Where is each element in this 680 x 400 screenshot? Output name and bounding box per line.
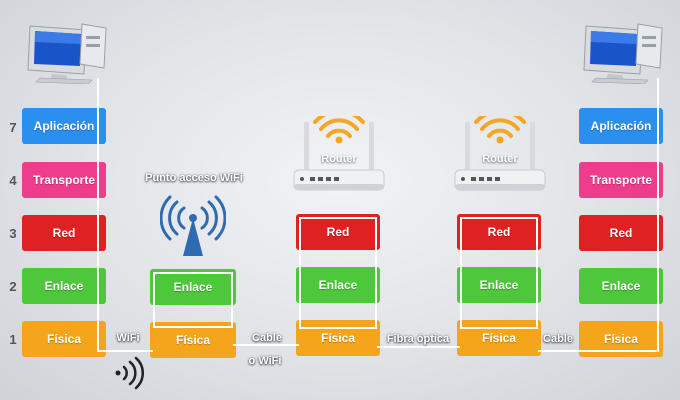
- router-2-to-right-line: [538, 350, 659, 352]
- left-link-layer: Enlace: [22, 268, 106, 304]
- layer-number-2: 2: [9, 279, 17, 294]
- left-host-path-line: [97, 78, 99, 352]
- layer-number-7: 7: [9, 120, 17, 135]
- layer-number-4: 4: [9, 173, 17, 188]
- left-network-layer: Red: [22, 215, 106, 251]
- ap-to-router-1-line: [233, 344, 299, 346]
- left-physical-layer: Física: [22, 321, 106, 357]
- right-network-layer: Red: [579, 215, 663, 251]
- right-link-layer: Enlace: [579, 268, 663, 304]
- left-computer-icon: [22, 22, 108, 89]
- right-host-path-line: [657, 78, 659, 352]
- router-1-to-router-2-line: [377, 346, 460, 348]
- cable-or-wifi-label-line2: o WiFi: [248, 355, 282, 367]
- cable-or-wifi-label-line1: Cable: [252, 332, 282, 344]
- access-point-path-outline: [153, 272, 233, 328]
- right-application-layer: Aplicación: [579, 108, 663, 144]
- left-application-layer: Aplicación: [22, 108, 106, 144]
- left-to-ap-line: [97, 350, 153, 352]
- router-2-label: Router: [482, 153, 518, 165]
- router-1-path-outline: [299, 217, 377, 329]
- wifi-signal-icon: [112, 356, 148, 395]
- cable-link-label: Cable: [543, 333, 573, 345]
- wifi-link-label: WiFi: [116, 332, 140, 344]
- left-transport-layer: Transporte: [22, 162, 106, 198]
- fiber-optic-label: Fibra óptica: [386, 333, 450, 345]
- access-point-title: Punto acceso WiFi: [145, 172, 243, 184]
- router-2-path-outline: [460, 217, 538, 329]
- router-1-label: Router: [321, 153, 357, 165]
- layer-number-1: 1: [9, 332, 17, 347]
- access-point-antenna-icon: [159, 194, 227, 263]
- right-transport-layer: Transporte: [579, 162, 663, 198]
- right-computer-icon: [578, 22, 664, 89]
- layer-number-3: 3: [9, 226, 17, 241]
